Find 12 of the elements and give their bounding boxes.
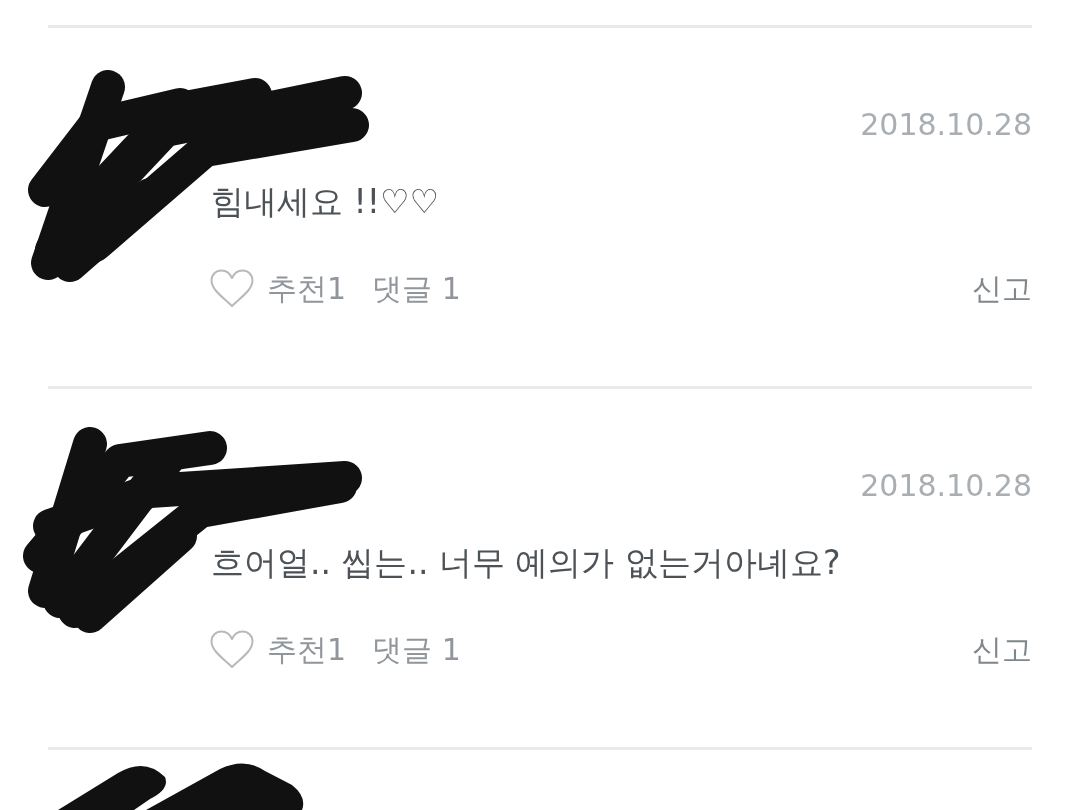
report-link[interactable]: 신고	[972, 630, 1032, 670]
reply-count-link[interactable]: 댓글 1	[372, 630, 461, 670]
comment-text: 힘내세요 !!♡♡	[211, 181, 440, 223]
comment-date: 2018.10.28	[860, 107, 1032, 143]
comment-date: 2018.10.28	[860, 468, 1032, 504]
reply-count-link[interactable]: 댓글 1	[372, 269, 461, 309]
comment-text: 흐어얼.. 씹는.. 너무 예의가 없는거아녜요?	[211, 542, 841, 584]
heart-icon[interactable]	[210, 630, 254, 670]
report-link[interactable]: 신고	[972, 269, 1032, 309]
recommend-count: 추천1	[267, 270, 347, 308]
recommend-count: 추천1	[267, 631, 347, 669]
heart-icon[interactable]	[210, 269, 254, 309]
